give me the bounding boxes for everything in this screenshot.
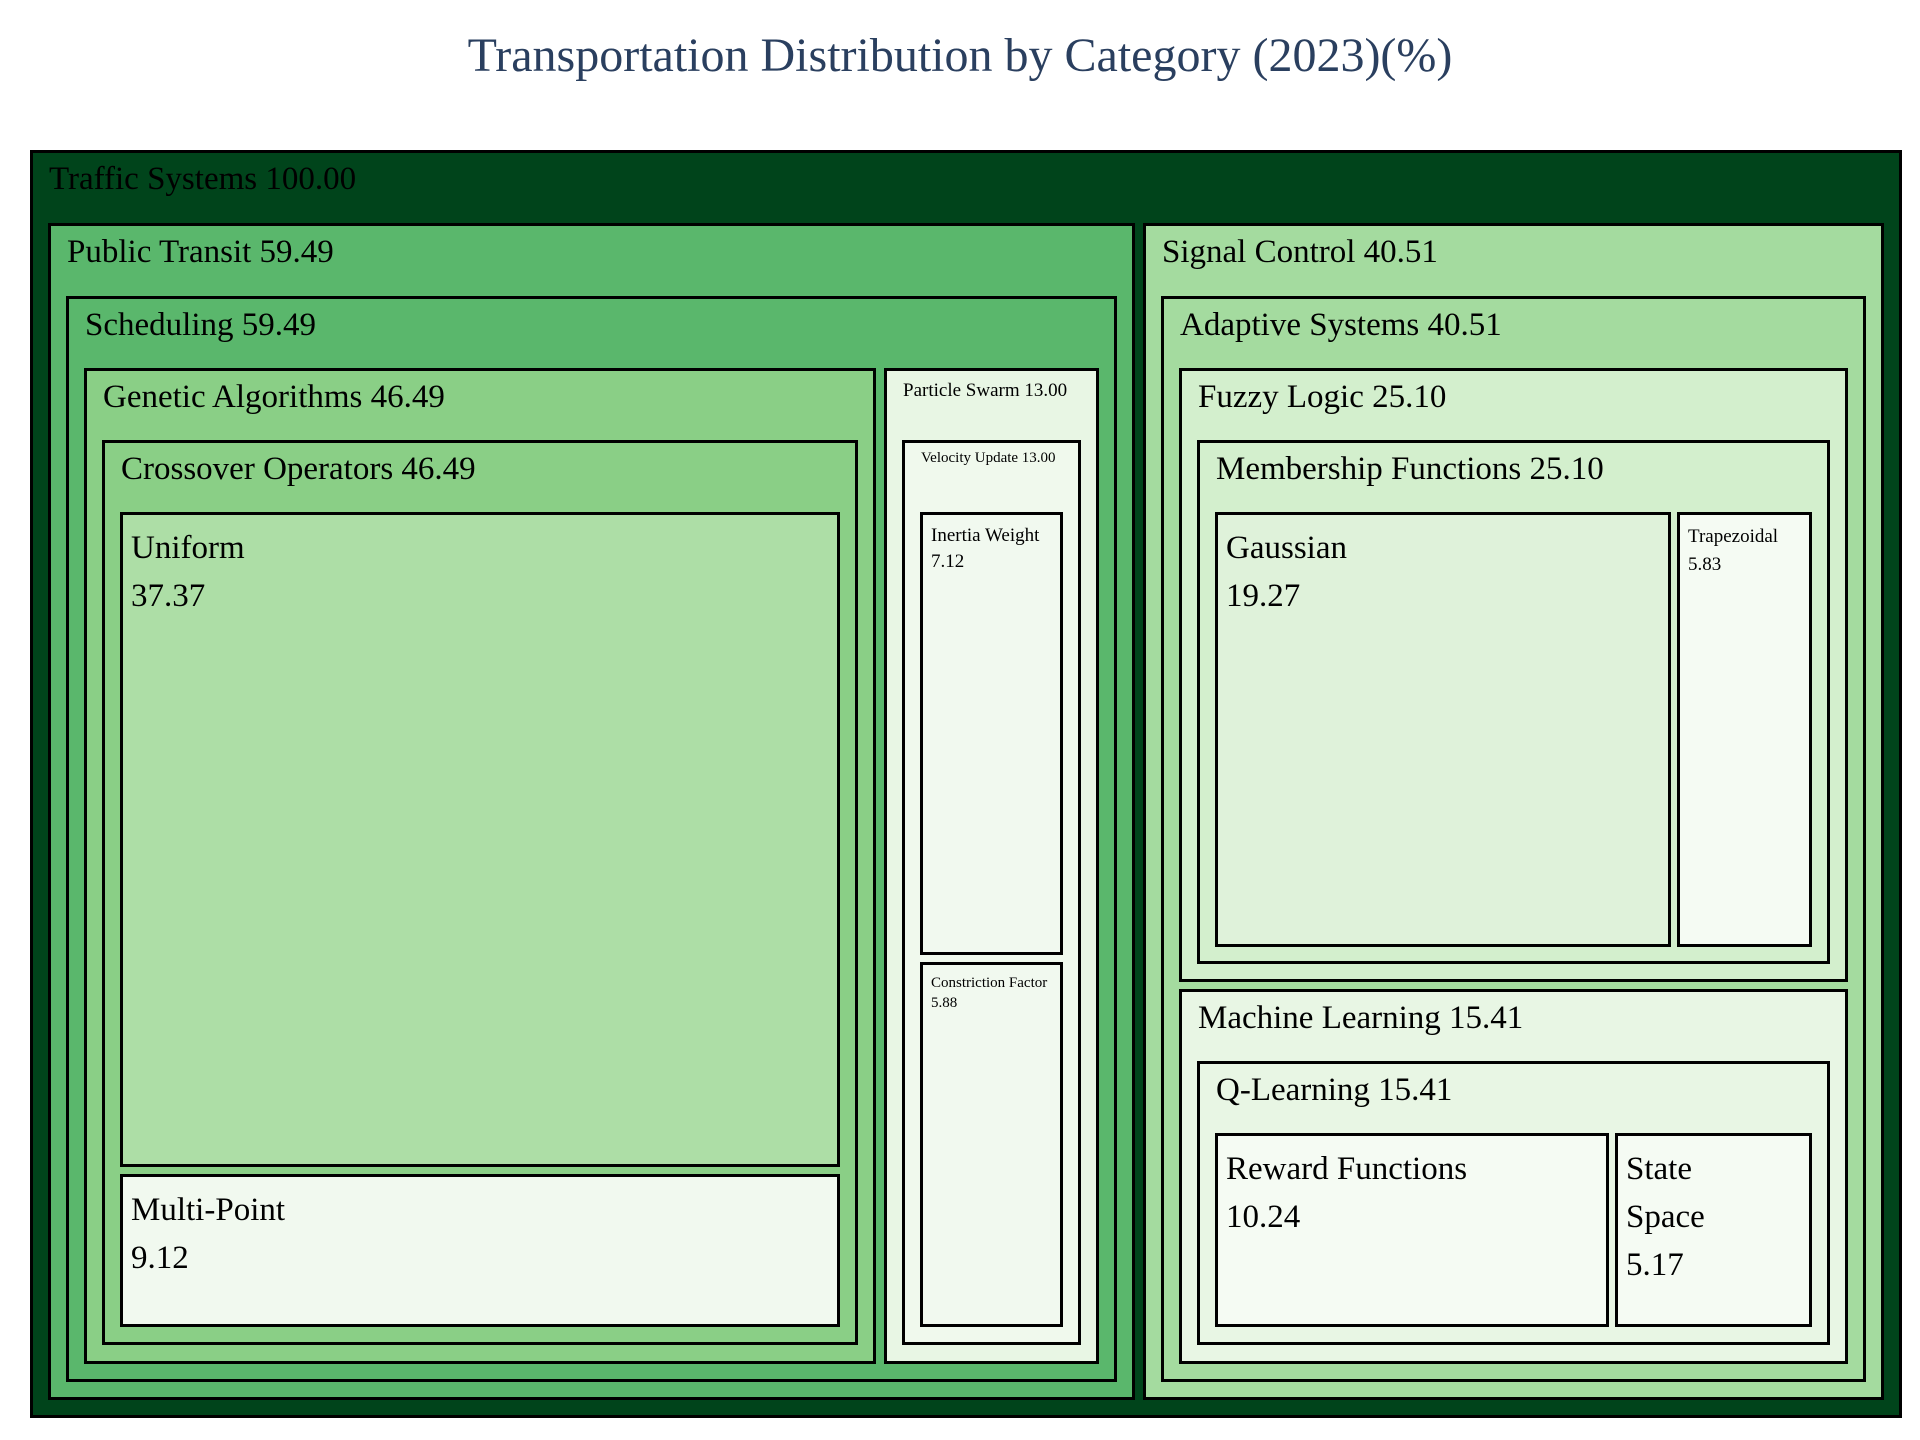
treemap-node-gaussian[interactable]: Gaussian 19.27 xyxy=(1215,512,1671,947)
treemap-label-value: 5.83 xyxy=(1688,553,1722,575)
chart-title: Transportation Distribution by Category … xyxy=(467,29,1453,82)
treemap-label-value: 5.17 xyxy=(1626,1246,1684,1283)
treemap-node-state-space[interactable]: State Space 5.17 xyxy=(1615,1133,1812,1327)
treemap-node-inertia-weight[interactable]: Inertia Weight 7.12 xyxy=(920,512,1063,955)
treemap-label-gaussian: Gaussian 19.27 xyxy=(1226,525,1347,621)
treemap-label-genetic-algorithms: Genetic Algorithms 46.49 xyxy=(103,379,445,415)
treemap-label-adaptive-systems: Adaptive Systems 40.51 xyxy=(1180,307,1502,343)
treemap-label-name: Uniform xyxy=(131,530,245,566)
treemap-label-name: Trapezoidal xyxy=(1688,526,1779,547)
treemap-label-velocity-update: Velocity Update 13.00 xyxy=(921,450,1056,466)
treemap-label-machine-learning: Machine Learning 15.41 xyxy=(1198,1000,1524,1036)
treemap-label-name: State Space xyxy=(1626,1151,1705,1235)
treemap-label-value: 9.12 xyxy=(131,1239,189,1276)
treemap-node-trapezoidal[interactable]: Trapezoidal 5.83 xyxy=(1677,512,1812,947)
treemap-label-uniform: Uniform 37.37 xyxy=(131,525,245,621)
treemap-node-multi-point[interactable]: Multi-Point 9.12 xyxy=(120,1174,840,1327)
treemap-label-name: Inertia Weight xyxy=(931,525,1040,546)
treemap-label-value: 10.24 xyxy=(1226,1198,1301,1235)
treemap-label-q-learning: Q-Learning 15.41 xyxy=(1216,1072,1453,1108)
treemap-label-multi-point: Multi-Point 9.12 xyxy=(131,1187,285,1283)
treemap-label-name: Constriction Factor xyxy=(931,975,1048,991)
treemap-label-inertia-weight: Inertia Weight 7.12 xyxy=(931,523,1039,574)
treemap-label-name: Reward Functions xyxy=(1226,1151,1468,1187)
treemap-label-fuzzy-logic: Fuzzy Logic 25.10 xyxy=(1198,379,1447,415)
treemap-label-value: 5.88 xyxy=(931,995,958,1012)
treemap-node-uniform[interactable]: Uniform 37.37 xyxy=(120,512,840,1167)
treemap-label-name: Gaussian xyxy=(1226,530,1347,566)
treemap-label-name: Multi-Point xyxy=(131,1192,286,1228)
treemap-label-value: 37.37 xyxy=(131,577,206,614)
treemap-label-value: 7.12 xyxy=(931,550,965,572)
treemap-label-particle-swarm: Particle Swarm 13.00 xyxy=(903,380,1068,401)
treemap-label-scheduling: Scheduling 59.49 xyxy=(85,307,316,343)
treemap-label-crossover-operators: Crossover Operators 46.49 xyxy=(121,451,476,487)
treemap-node-constriction-factor[interactable]: Constriction Factor 5.88 xyxy=(920,962,1063,1327)
treemap-label-trapezoidal: Trapezoidal 5.83 xyxy=(1688,523,1778,578)
treemap-label-state-space: State Space 5.17 xyxy=(1626,1146,1705,1290)
treemap-label-value: 19.27 xyxy=(1226,577,1301,614)
treemap-node-reward-functions[interactable]: Reward Functions 10.24 xyxy=(1215,1133,1609,1327)
treemap-label-reward-functions: Reward Functions 10.24 xyxy=(1226,1146,1467,1242)
treemap-label-public-transit: Public Transit 59.49 xyxy=(67,234,334,270)
treemap-label-constriction-factor: Constriction Factor 5.88 xyxy=(931,973,1047,1014)
treemap-label-traffic-systems: Traffic Systems 100.00 xyxy=(49,161,357,197)
treemap-label-membership-functions: Membership Functions 25.10 xyxy=(1216,451,1604,487)
treemap-label-signal-control: Signal Control 40.51 xyxy=(1162,234,1438,270)
